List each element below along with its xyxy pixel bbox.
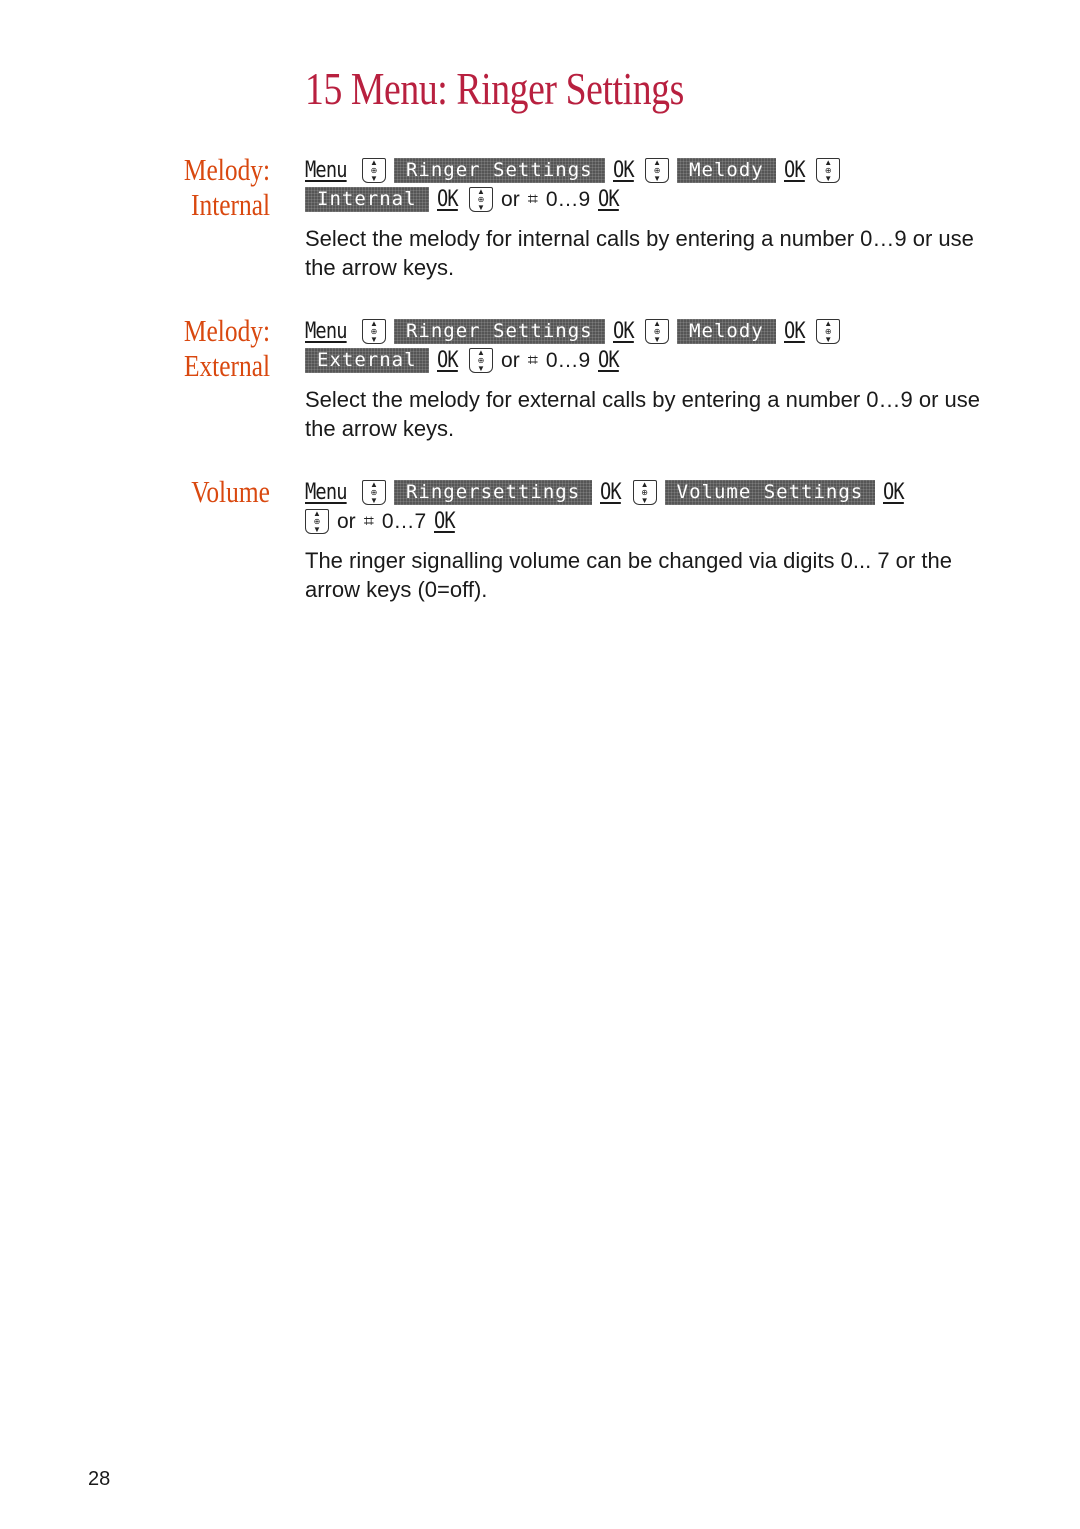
- steps: Menu ▲ ⊕ ▼ Ringer Settings OK ▲ ⊕ ▼ Melody O…: [305, 156, 1005, 282]
- ok-softkey: OK: [598, 348, 620, 373]
- navigation-key-icon: ▲ ⊕ ▼: [361, 319, 386, 344]
- step-line: Menu ▲ ⊕ ▼ Ringer Settings OK ▲ ⊕ ▼ Melody O…: [305, 156, 1005, 185]
- navigation-key-icon: ▲ ⊕ ▼: [469, 187, 494, 212]
- navigation-key-icon: ▲ ⊕ ▼: [361, 158, 386, 183]
- description: Select the melody for internal calls by …: [305, 226, 974, 280]
- step-line: External OK ▲ ⊕ ▼ or ⌗ 0…9 OK: [305, 346, 1005, 375]
- step-line: Internal OK ▲ ⊕ ▼ or ⌗ 0…9 OK: [305, 185, 1005, 214]
- page-number: 28: [88, 1468, 111, 1490]
- ok-softkey: OK: [612, 158, 635, 183]
- display-ringersettings: Ringersettings: [394, 480, 592, 505]
- digit-range: 0…9: [545, 187, 591, 211]
- display-melody: Melody: [677, 158, 776, 183]
- section-label: Melody: Internal: [184, 152, 270, 222]
- display-melody: Melody: [677, 319, 776, 344]
- keypad-hand-icon: ⌗: [527, 189, 538, 209]
- navigation-key-icon: ▲ ⊕ ▼: [645, 319, 670, 344]
- keypad-hand-icon: ⌗: [527, 350, 538, 370]
- page-title: 15 Menu: Ringer Settings: [305, 63, 684, 114]
- ok-softkey: OK: [436, 348, 459, 373]
- ok-softkey: OK: [783, 319, 806, 344]
- description: The ringer signalling volume can be chan…: [305, 548, 952, 602]
- ok-softkey: OK: [436, 187, 459, 212]
- keypad-hand-icon: ⌗: [363, 511, 374, 531]
- navigation-key-icon: ▲ ⊕ ▼: [816, 319, 841, 344]
- section-label-line2: External: [183, 348, 270, 383]
- steps: Menu ▲ ⊕ ▼ Ringer Settings OK ▲ ⊕ ▼ Melody O…: [305, 317, 1005, 443]
- step-line: ▲ ⊕ ▼ or ⌗ 0…7 OK: [305, 507, 1005, 536]
- ok-softkey: OK: [783, 158, 806, 183]
- navigation-key-icon: ▲ ⊕ ▼: [469, 348, 494, 373]
- display-ringer-settings: Ringer Settings: [394, 319, 605, 344]
- navigation-key-icon: ▲ ⊕ ▼: [645, 158, 670, 183]
- ok-softkey: OK: [598, 187, 620, 212]
- ok-softkey: OK: [434, 509, 456, 534]
- section-label-line1: Melody:: [183, 313, 270, 348]
- section-label: Volume: [191, 474, 270, 509]
- display-internal: Internal: [305, 187, 429, 212]
- display-external: External: [305, 348, 429, 373]
- ok-softkey: OK: [883, 480, 905, 505]
- navigation-key-icon: ▲ ⊕ ▼: [361, 480, 386, 505]
- digit-range: 0…7: [381, 509, 427, 533]
- section-label-line1: Volume: [191, 474, 270, 509]
- step-line: Menu ▲ ⊕ ▼ Ringersettings OK ▲ ⊕ ▼ Volume Se…: [305, 478, 1005, 507]
- steps: Menu ▲ ⊕ ▼ Ringersettings OK ▲ ⊕ ▼ Volume Se…: [305, 478, 1005, 604]
- menu-softkey: Menu: [305, 480, 347, 505]
- display-volume-settings: Volume Settings: [665, 480, 876, 505]
- section-label: Melody: External: [184, 313, 270, 383]
- section-label-line1: Melody:: [183, 152, 270, 187]
- navigation-key-icon: ▲ ⊕ ▼: [632, 480, 657, 505]
- step-line: Menu ▲ ⊕ ▼ Ringer Settings OK ▲ ⊕ ▼ Melody O…: [305, 317, 1005, 346]
- menu-softkey: Menu: [305, 158, 347, 183]
- ok-softkey: OK: [600, 480, 622, 505]
- ok-softkey: OK: [612, 319, 635, 344]
- navigation-key-icon: ▲ ⊕ ▼: [305, 509, 329, 534]
- or-text: or: [501, 348, 520, 372]
- description: Select the melody for external calls by …: [305, 387, 981, 441]
- digit-range: 0…9: [545, 348, 591, 372]
- display-ringer-settings: Ringer Settings: [394, 158, 605, 183]
- section-label-line2: Internal: [190, 187, 270, 222]
- or-text: or: [501, 187, 520, 211]
- navigation-key-icon: ▲ ⊕ ▼: [816, 158, 841, 183]
- or-text: or: [337, 509, 356, 533]
- menu-softkey: Menu: [305, 319, 347, 344]
